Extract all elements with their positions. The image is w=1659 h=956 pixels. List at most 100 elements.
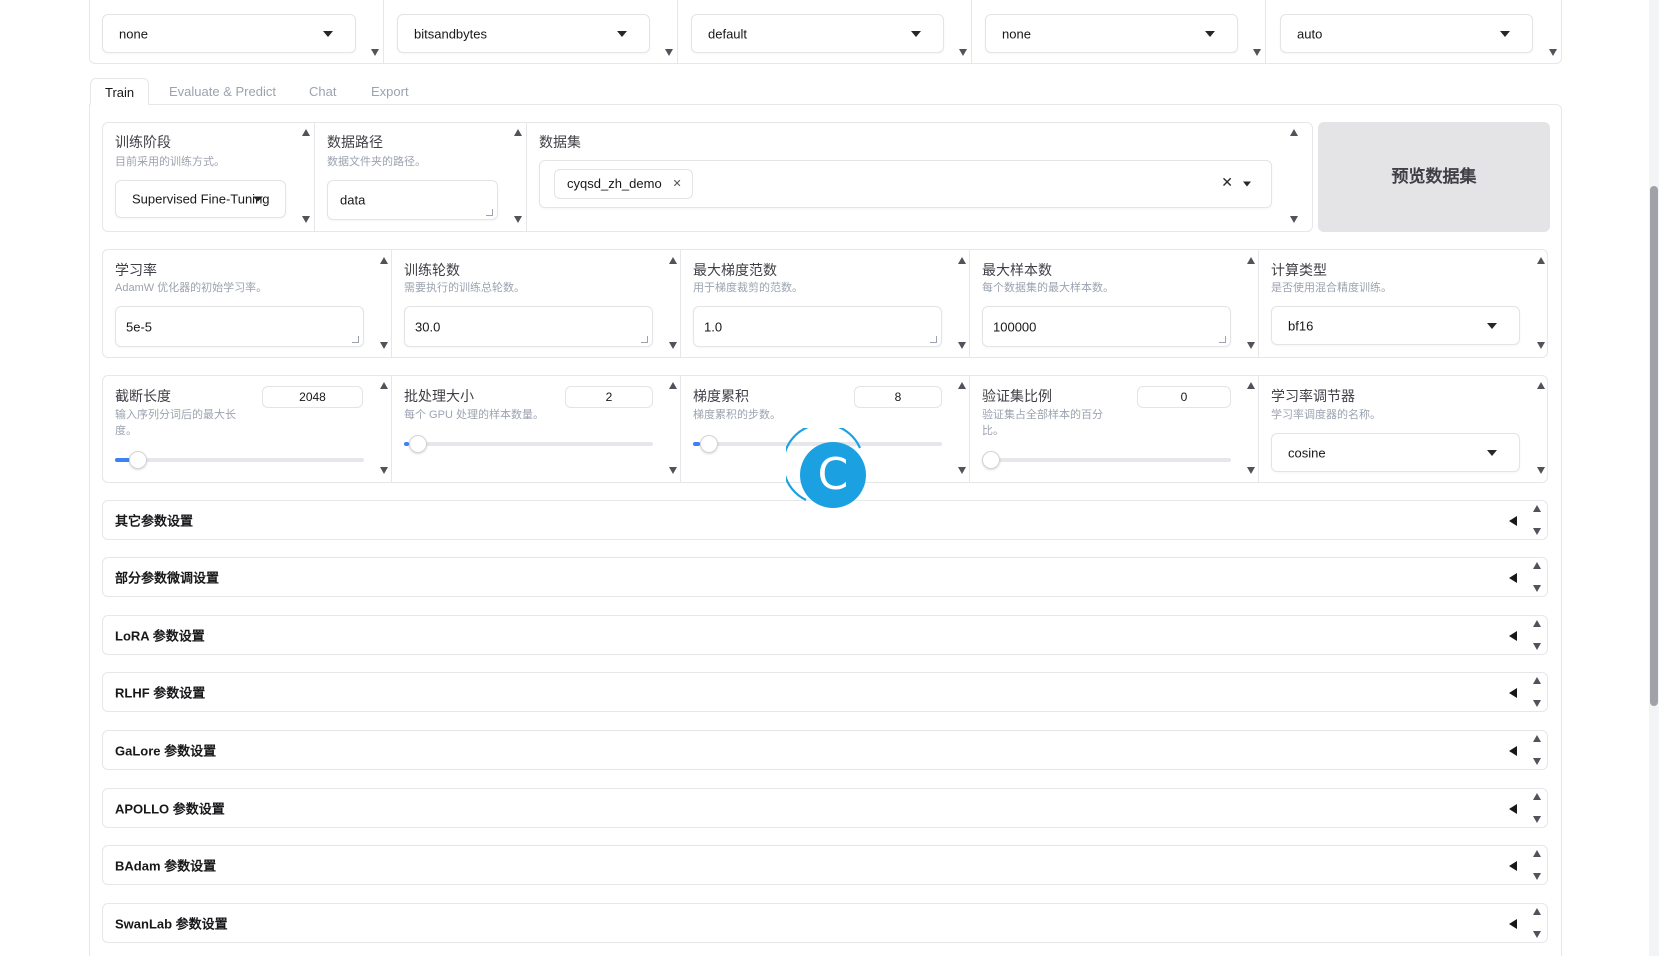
expand-arrow-icon[interactable] bbox=[1290, 129, 1298, 136]
rope-scaling-select[interactable]: none bbox=[985, 14, 1238, 53]
dataset-dir-input[interactable]: data bbox=[327, 180, 498, 220]
expand-arrow-icon[interactable] bbox=[1247, 382, 1255, 389]
chevron-down-icon[interactable] bbox=[1243, 181, 1251, 187]
expand-arrow-icon[interactable] bbox=[958, 382, 966, 389]
resize-handle-icon[interactable] bbox=[486, 209, 493, 216]
collapse-arrow-icon[interactable] bbox=[1247, 467, 1255, 474]
collapse-arrow-icon[interactable] bbox=[1533, 873, 1541, 880]
expand-arrow-icon[interactable] bbox=[1533, 735, 1541, 742]
collapse-arrow-icon[interactable] bbox=[669, 342, 677, 349]
expand-arrow-icon[interactable] bbox=[1537, 257, 1545, 264]
expand-arrow-icon[interactable] bbox=[1533, 793, 1541, 800]
collapse-arrow-icon[interactable] bbox=[665, 49, 673, 56]
remove-chip-icon[interactable]: ✕ bbox=[672, 170, 681, 198]
collapse-arrow-icon[interactable] bbox=[958, 467, 966, 474]
preview-dataset-button[interactable]: 预览数据集 bbox=[1318, 122, 1550, 232]
expand-arrow-icon[interactable] bbox=[1533, 850, 1541, 857]
collapse-arrow-icon[interactable] bbox=[959, 49, 967, 56]
collapse-arrow-icon[interactable] bbox=[1549, 49, 1557, 56]
collapse-arrow-icon[interactable] bbox=[1533, 643, 1541, 650]
accordion-badam-settings[interactable]: BAdam 参数设置 bbox=[102, 845, 1548, 885]
collapse-arrow-icon[interactable] bbox=[1537, 342, 1545, 349]
collapse-arrow-icon[interactable] bbox=[1533, 758, 1541, 765]
learning-rate-input[interactable]: 5e-5 bbox=[115, 306, 364, 347]
epochs-input[interactable]: 30.0 bbox=[404, 306, 653, 347]
collapse-arrow-icon[interactable] bbox=[1247, 342, 1255, 349]
collapse-arrow-icon[interactable] bbox=[1290, 216, 1298, 223]
divider bbox=[526, 123, 527, 231]
resize-handle-icon[interactable] bbox=[352, 336, 359, 343]
expand-arrow-icon[interactable] bbox=[669, 382, 677, 389]
batch-size-info: 每个 GPU 处理的样本数量。 bbox=[404, 409, 544, 421]
slider-thumb[interactable] bbox=[128, 451, 147, 469]
slider-thumb[interactable] bbox=[982, 451, 1000, 469]
training-stage-select[interactable]: Supervised Fine-Tuning bbox=[115, 180, 286, 218]
expand-arrow-icon[interactable] bbox=[1247, 257, 1255, 264]
number-value: 2048 bbox=[299, 390, 326, 404]
expand-arrow-icon[interactable] bbox=[1533, 677, 1541, 684]
collapse-arrow-icon[interactable] bbox=[371, 49, 379, 56]
collapse-arrow-icon[interactable] bbox=[380, 467, 388, 474]
collapse-arrow-icon[interactable] bbox=[1533, 585, 1541, 592]
resize-handle-icon[interactable] bbox=[1219, 336, 1226, 343]
collapse-arrow-icon[interactable] bbox=[380, 342, 388, 349]
slider-thumb[interactable] bbox=[699, 435, 718, 453]
booster-select[interactable]: auto bbox=[1280, 14, 1533, 53]
cutoff-len-slider[interactable] bbox=[115, 451, 364, 469]
dataset-chip[interactable]: cyqsd_zh_demo ✕ bbox=[554, 169, 693, 199]
expand-arrow-icon[interactable] bbox=[1533, 620, 1541, 627]
expand-arrow-icon[interactable] bbox=[1533, 562, 1541, 569]
collapse-arrow-icon[interactable] bbox=[514, 216, 522, 223]
quantization-method-select[interactable]: bitsandbytes bbox=[397, 14, 650, 53]
grad-accum-number[interactable]: 8 bbox=[854, 386, 942, 408]
batch-size-slider[interactable] bbox=[404, 435, 653, 453]
expand-arrow-icon[interactable] bbox=[958, 257, 966, 264]
accordion-label: BAdam 参数设置 bbox=[115, 858, 217, 874]
expand-arrow-icon[interactable] bbox=[380, 257, 388, 264]
accordion-swanlab-settings[interactable]: SwanLab 参数设置 bbox=[102, 903, 1548, 943]
collapse-arrow-icon[interactable] bbox=[958, 342, 966, 349]
quantization-bit-select[interactable]: none bbox=[102, 14, 356, 53]
max-samples-input[interactable]: 100000 bbox=[982, 306, 1231, 347]
collapse-arrow-icon[interactable] bbox=[1537, 467, 1545, 474]
expand-arrow-icon[interactable] bbox=[669, 257, 677, 264]
scrollbar-thumb[interactable] bbox=[1650, 186, 1658, 706]
collapse-arrow-icon[interactable] bbox=[1533, 931, 1541, 938]
expand-arrow-icon[interactable] bbox=[1533, 908, 1541, 915]
expand-arrow-icon[interactable] bbox=[514, 129, 522, 136]
accordion-apollo-settings[interactable]: APOLLO 参数设置 bbox=[102, 788, 1548, 828]
collapse-arrow-icon[interactable] bbox=[1533, 700, 1541, 707]
clear-icon[interactable]: ✕ bbox=[1221, 174, 1233, 191]
accordion-galore-settings[interactable]: GaLore 参数设置 bbox=[102, 730, 1548, 770]
expand-arrow-icon[interactable] bbox=[1533, 505, 1541, 512]
tab-export[interactable]: Export bbox=[357, 78, 423, 105]
slider-thumb[interactable] bbox=[408, 435, 427, 453]
tab-train[interactable]: Train bbox=[90, 78, 150, 105]
val-size-number[interactable]: 0 bbox=[1137, 386, 1231, 408]
collapse-arrow-icon[interactable] bbox=[1253, 49, 1261, 56]
page-scrollbar[interactable] bbox=[1649, 0, 1659, 956]
accordion-lora-settings[interactable]: LoRA 参数设置 bbox=[102, 615, 1548, 655]
collapse-arrow-icon[interactable] bbox=[669, 467, 677, 474]
val-size-slider[interactable] bbox=[982, 451, 1231, 469]
compute-type-select[interactable]: bf16 bbox=[1271, 306, 1520, 345]
expand-arrow-icon[interactable] bbox=[302, 129, 310, 136]
tab-evaluate-predict[interactable]: Evaluate & Predict bbox=[155, 78, 290, 105]
dataset-multiselect[interactable]: cyqsd_zh_demo ✕ ✕ bbox=[539, 160, 1272, 208]
collapse-arrow-icon[interactable] bbox=[1533, 816, 1541, 823]
cutoff-len-number[interactable]: 2048 bbox=[262, 386, 363, 408]
expand-arrow-icon[interactable] bbox=[1537, 382, 1545, 389]
resize-handle-icon[interactable] bbox=[641, 336, 648, 343]
expand-arrow-icon[interactable] bbox=[380, 382, 388, 389]
template-select[interactable]: default bbox=[691, 14, 944, 53]
select-value: Supervised Fine-Tuning bbox=[132, 191, 270, 207]
max-grad-norm-input[interactable]: 1.0 bbox=[693, 306, 942, 347]
collapse-arrow-icon[interactable] bbox=[1533, 528, 1541, 535]
collapse-arrow-icon[interactable] bbox=[302, 216, 310, 223]
lr-scheduler-select[interactable]: cosine bbox=[1271, 433, 1520, 472]
tab-chat[interactable]: Chat bbox=[295, 78, 350, 105]
accordion-freeze-settings[interactable]: 部分参数微调设置 bbox=[102, 557, 1548, 597]
resize-handle-icon[interactable] bbox=[930, 336, 937, 343]
batch-size-number[interactable]: 2 bbox=[565, 386, 653, 408]
accordion-rlhf-settings[interactable]: RLHF 参数设置 bbox=[102, 672, 1548, 712]
